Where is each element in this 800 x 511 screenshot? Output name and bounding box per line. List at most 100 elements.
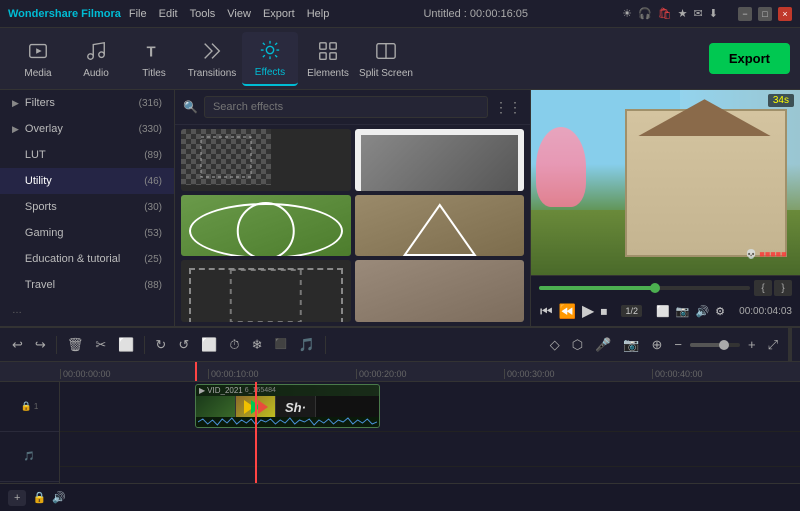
menu-export[interactable]: Export [263,8,295,20]
toolbar-icon-download[interactable]: ⬇ [709,7,718,20]
toolbar-media[interactable]: Media [10,32,66,86]
freeze-button[interactable]: ❄ [248,335,267,355]
effect-card-image-mask[interactable]: Image Mask ⬇ [181,195,351,257]
plus-zoom-button[interactable]: + [744,335,760,354]
toolbar-elements-label: Elements [307,68,349,79]
progress-handle[interactable] [650,283,660,293]
menu-help[interactable]: Help [307,8,330,20]
win-maximize[interactable]: □ [758,7,772,21]
play-button[interactable]: ▶ [581,300,595,322]
win-minimize[interactable]: − [738,7,752,21]
menu-edit[interactable]: Edit [159,8,178,20]
keyframe-button[interactable]: ◇ [546,335,564,355]
toolbar-icon-headset[interactable]: 🎧 [638,7,652,20]
speed-tl-button[interactable]: ⏱ [225,335,243,355]
rotate-ccw-button[interactable]: ↺ [174,335,193,355]
effect-card-border[interactable]: Border [355,129,525,191]
effect-thumb-mosaic [181,129,351,191]
progress-bar[interactable] [539,286,750,290]
cam-button[interactable]: 📷 [619,335,643,355]
effect-card-6[interactable]: ⬇ [355,260,525,322]
grid-options-button[interactable]: ⋮⋮ [494,99,522,116]
hud-element: 💀 ■■■■■ [746,249,787,260]
sidebar-item-education[interactable]: ▶Education & tutorial (25) [0,246,174,272]
undo-button[interactable]: ↩ [8,335,27,355]
sidebar-item-utility[interactable]: ▶Utility (46) [0,168,174,194]
track-lock-icon[interactable]: 🔒 [21,401,32,412]
menu-file[interactable]: File [129,8,147,20]
effect-card-5[interactable] [181,260,351,322]
sidebar-item-lut[interactable]: ▶LUT (89) [0,142,174,168]
volume-button[interactable]: 🔊 [694,304,710,319]
effect-thumb-imgmask [181,195,351,257]
ruler-mark-0: 00:00:00:00 [60,369,208,379]
sidebar-item-more[interactable]: … [0,298,174,323]
redo-button[interactable]: ↪ [31,335,50,355]
fit-button[interactable]: ⬜ [197,335,221,355]
lock-all-button[interactable]: 🔒 [32,491,46,504]
add-media-button[interactable]: + [8,490,26,506]
toolbar-elements[interactable]: Elements [300,32,356,86]
travel-count: (88) [144,280,162,291]
tl-divider-1 [56,336,57,354]
media-icon [25,38,51,64]
toolbar-effects[interactable]: Effects [242,32,298,86]
mic-button[interactable]: 🎤 [591,335,615,355]
mute-all-button[interactable]: 🔊 [52,491,66,504]
menu-view[interactable]: View [227,8,251,20]
audio-button[interactable]: 🎵 [295,335,319,355]
sidebar-item-filters[interactable]: ▶Filters (316) [0,90,174,116]
timeline-tracks: 🔒 1 🎵 ▶ VID_2021 6_165484 [0,382,800,483]
sidebar-item-travel[interactable]: ▶Travel (88) [0,272,174,298]
tl-divider-2 [144,336,145,354]
mask-button[interactable]: ⬡ [568,335,587,355]
effect-thumb-shapemask [355,195,525,257]
education-label: Education & tutorial [25,253,120,265]
ruler-mark-40: 00:00:40:00 [652,369,800,379]
screen-size-button[interactable]: ⬜ [655,304,671,319]
window-title: Untitled : 00:00:16:05 [423,8,528,20]
clip-name: VID_2021 [207,386,243,395]
delete-button[interactable]: 🗑 [63,335,88,355]
stop-button[interactable]: ⏹ [599,302,608,321]
more-tl-button[interactable]: ⊕ [648,335,667,355]
sidebar-item-overlay[interactable]: ▶Overlay (330) [0,116,174,142]
settings-button[interactable]: ⚙ [714,304,726,319]
titles-icon: T [141,38,167,64]
video-clip[interactable]: ▶ VID_2021 6_165484 [195,384,380,428]
speed-button[interactable]: 1/2 [621,305,642,317]
toolbar-icon-sun[interactable]: ☀ [622,7,632,20]
split-button[interactable]: ⬛ [270,337,290,352]
step-back-button[interactable]: ⏪ [558,302,577,321]
effects-grid: Mosaic Border [175,125,530,326]
effect-card-shape-mask[interactable]: Shape Mask ⬇ [355,195,525,257]
skip-back-button[interactable]: ⏮ [539,302,554,321]
clip-play-icon: ▶ [199,386,205,395]
bracket-end-button[interactable]: } [774,280,792,296]
menu-tools[interactable]: Tools [190,8,216,20]
toolbar-icon-mail[interactable]: ✉ [694,7,703,20]
toolbar-icon-star[interactable]: ★ [678,7,688,20]
toolbar-titles[interactable]: T Titles [126,32,182,86]
sidebar-item-sports[interactable]: ▶Sports (30) [0,194,174,220]
screenshot-button[interactable]: 📷 [675,304,691,319]
toolbar-split-screen[interactable]: Split Screen [358,32,414,86]
bracket-start-button[interactable]: { [754,280,772,296]
crop-button[interactable]: ⬜ [114,335,138,355]
minus-zoom-button[interactable]: − [670,335,686,354]
sidebar-item-gaming[interactable]: ▶Gaming (53) [0,220,174,246]
cut-button[interactable]: ✂ [91,335,110,355]
effects-search-bar: 🔍 ⋮⋮ [175,90,530,125]
rotate-cw-button[interactable]: ↻ [151,335,170,355]
toolbar-icon-bag[interactable]: 🛍 [658,7,672,20]
effect-card-mosaic[interactable]: Mosaic [181,129,351,191]
effects-icon [257,37,283,63]
export-button[interactable]: Export [709,43,790,74]
zoom-slider[interactable] [690,343,740,347]
win-close[interactable]: × [778,7,792,21]
toolbar-audio[interactable]: Audio [68,32,124,86]
full-screen-tl-button[interactable]: ⤢ [764,335,782,355]
toolbar-transitions[interactable]: Transitions [184,32,240,86]
effects-search-input[interactable] [204,96,488,118]
search-icon: 🔍 [183,100,198,114]
